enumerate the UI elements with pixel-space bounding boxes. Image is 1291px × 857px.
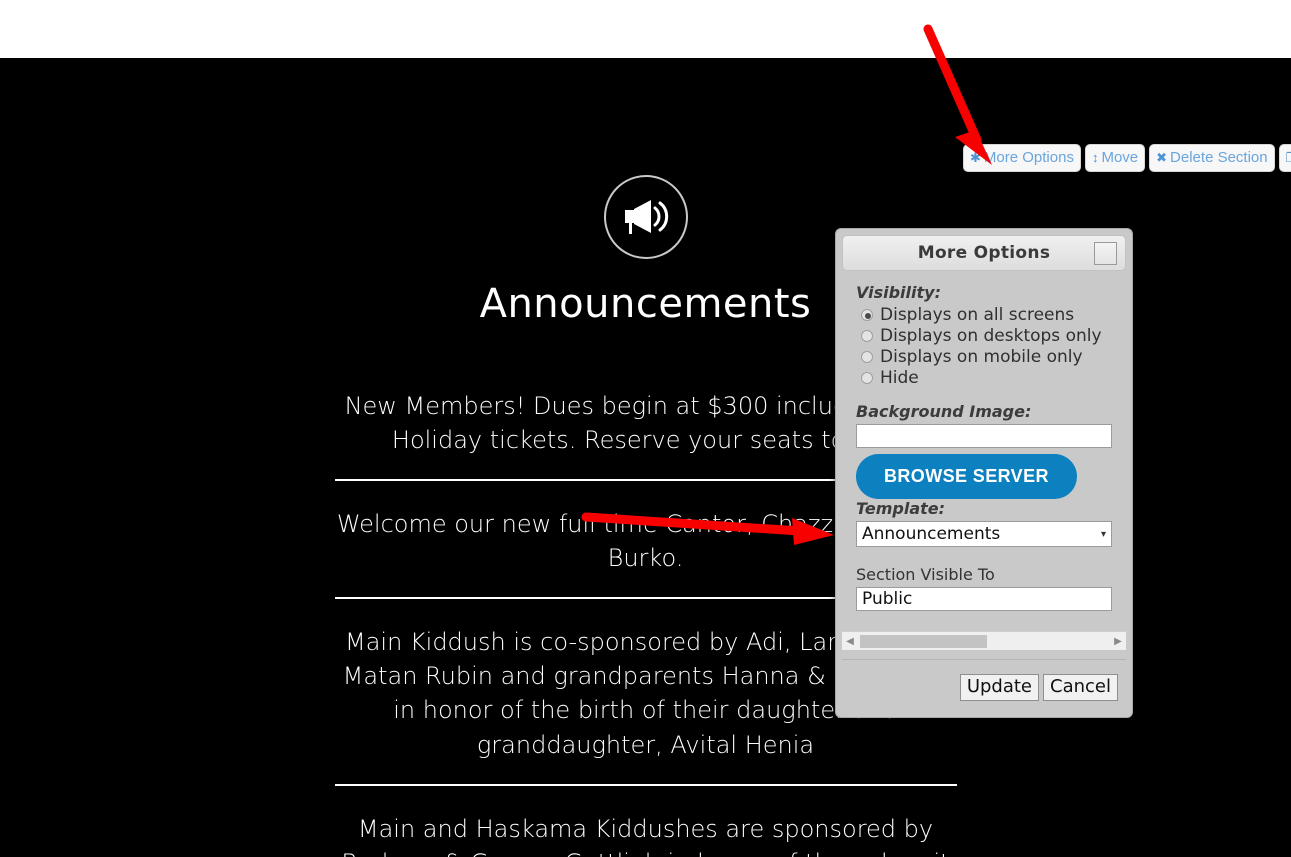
visibility-option-label: Displays on all screens (880, 305, 1075, 325)
scrollbar-thumb[interactable] (860, 634, 987, 648)
more-options-dialog: More Options Visibility: Displays on all… (835, 228, 1133, 718)
background-image-label: Background Image: (856, 402, 1032, 421)
browse-server-button[interactable]: BROWSE SERVER (856, 454, 1077, 499)
scroll-left-arrow-icon[interactable]: ◀ (842, 636, 858, 647)
visibility-option-hide[interactable]: Hide (861, 368, 1112, 388)
template-label: Template: (856, 499, 946, 518)
screenshot-root: Announcements New Members! Dues begin at… (0, 0, 1291, 857)
dialog-title: More Options (917, 243, 1051, 263)
more-options-button[interactable]: ✱ More Options (963, 144, 1081, 172)
gear-icon: ✱ (970, 150, 981, 165)
visibility-option-all-screens[interactable]: Displays on all screens (861, 305, 1112, 325)
visibility-option-label: Displays on desktops only (880, 326, 1102, 346)
dialog-body: Visibility: Displays on all screens Disp… (836, 271, 1132, 611)
close-x-icon: ✖ (1156, 150, 1168, 165)
visibility-option-label: Hide (880, 368, 919, 388)
copy-section-button[interactable]: ❐ C (1278, 144, 1291, 172)
radio-icon[interactable] (861, 351, 873, 363)
move-button[interactable]: ↕ Move (1084, 144, 1146, 172)
visibility-option-label: Displays on mobile only (880, 347, 1083, 367)
dialog-footer: Update Cancel (842, 659, 1126, 709)
move-label: Move (1101, 149, 1139, 166)
section-edit-toolbar: ✱ More Options ↕ Move ✖ Delete Section ❐… (963, 144, 1291, 172)
scroll-right-arrow-icon[interactable]: ▶ (1110, 636, 1126, 647)
visibility-option-mobile-only[interactable]: Displays on mobile only (861, 347, 1112, 367)
dialog-horizontal-scrollbar[interactable]: ◀ ▶ (842, 631, 1126, 650)
visibility-label: Visibility: (856, 283, 941, 302)
update-button[interactable]: Update (959, 674, 1040, 701)
radio-icon[interactable] (861, 330, 873, 342)
template-select[interactable]: Announcements ▾ (856, 521, 1112, 547)
radio-icon[interactable] (861, 372, 873, 384)
template-selected-value: Announcements (862, 524, 1001, 544)
section-visible-to-label: Section Visible To (856, 565, 995, 584)
background-image-input[interactable] (856, 424, 1112, 448)
delete-section-label: Delete Section (1170, 149, 1268, 166)
visibility-option-desktops-only[interactable]: Displays on desktops only (861, 326, 1112, 346)
section-visible-to-input[interactable]: Public (856, 587, 1112, 611)
cancel-button[interactable]: Cancel (1043, 674, 1118, 701)
top-white-band (0, 0, 1291, 58)
copy-icon: ❐ (1286, 151, 1291, 164)
announcement-divider (334, 783, 957, 786)
delete-section-button[interactable]: ✖ Delete Section (1149, 144, 1275, 172)
megaphone-icon (603, 175, 688, 259)
more-options-label: More Options (983, 149, 1074, 166)
chevron-down-icon: ▾ (1100, 528, 1106, 540)
announcement-item: Main and Haskama Kiddushes are sponsored… (341, 814, 949, 857)
scrollbar-track[interactable] (858, 634, 1110, 648)
dialog-titlebar[interactable]: More Options (842, 235, 1126, 271)
radio-icon[interactable] (861, 309, 873, 321)
move-icon: ↕ (1091, 150, 1099, 165)
close-icon[interactable] (1094, 242, 1117, 265)
